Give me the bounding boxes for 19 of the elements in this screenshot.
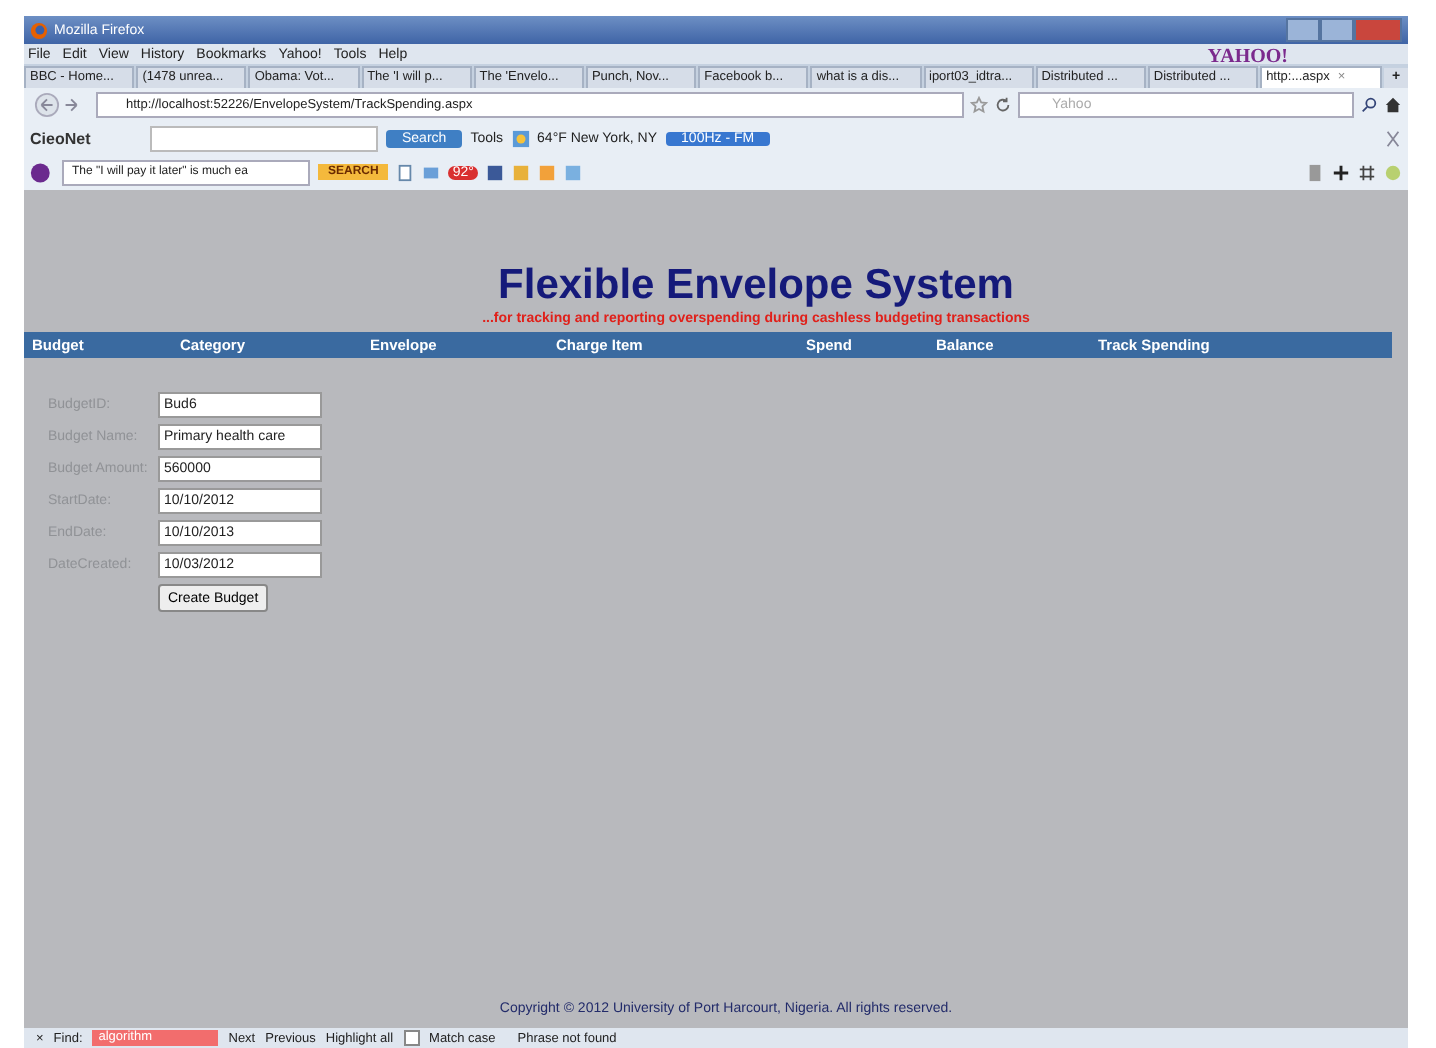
maximize-button[interactable] bbox=[1320, 18, 1354, 42]
reload-icon[interactable] bbox=[994, 96, 1012, 114]
toolbar-search-field[interactable] bbox=[150, 125, 378, 151]
sun-icon bbox=[511, 129, 530, 147]
facebook-icon[interactable] bbox=[485, 163, 504, 181]
firefox-icon bbox=[30, 21, 48, 39]
match-case-checkbox[interactable] bbox=[403, 1030, 420, 1046]
yahoo-logo: YAHOO! bbox=[1207, 46, 1288, 68]
toolbar-icon[interactable] bbox=[1306, 163, 1324, 181]
home-icon[interactable] bbox=[1384, 96, 1402, 114]
page-title: Flexible Envelope System bbox=[496, 262, 1016, 310]
yahoo-icon[interactable] bbox=[30, 161, 54, 183]
grid-icon[interactable] bbox=[1358, 163, 1376, 181]
star-icon[interactable] bbox=[970, 96, 988, 114]
toolbar-brand: CieoNet bbox=[30, 129, 93, 147]
search-icon[interactable] bbox=[1360, 96, 1378, 114]
page-icon[interactable] bbox=[396, 163, 415, 181]
minimize-button[interactable] bbox=[1286, 18, 1320, 42]
plus-icon[interactable] bbox=[1332, 163, 1350, 181]
